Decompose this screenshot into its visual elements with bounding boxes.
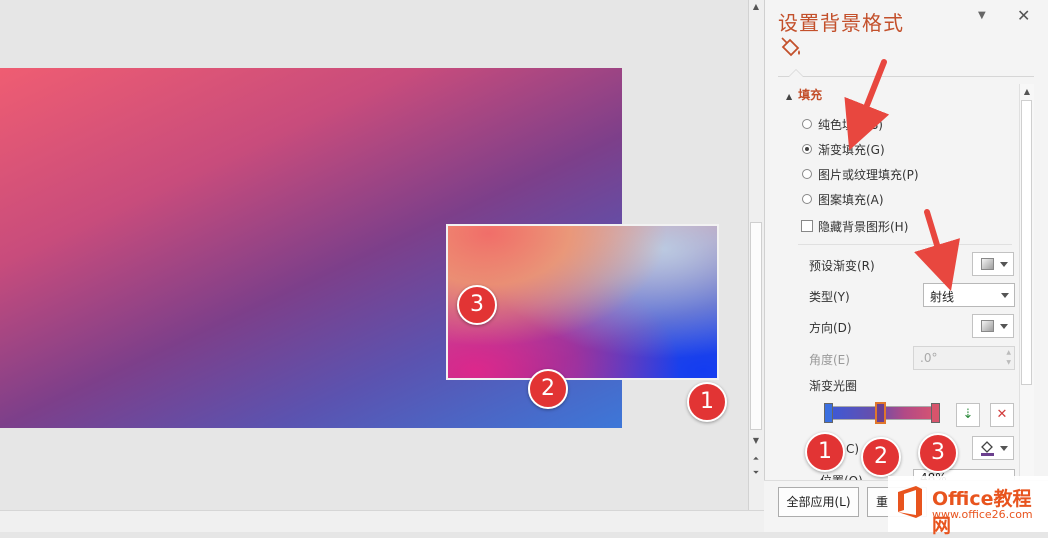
arrow-to-type-select bbox=[914, 209, 960, 291]
annotation-arrows bbox=[844, 59, 960, 291]
arrow-to-gradient-fill bbox=[844, 59, 890, 151]
